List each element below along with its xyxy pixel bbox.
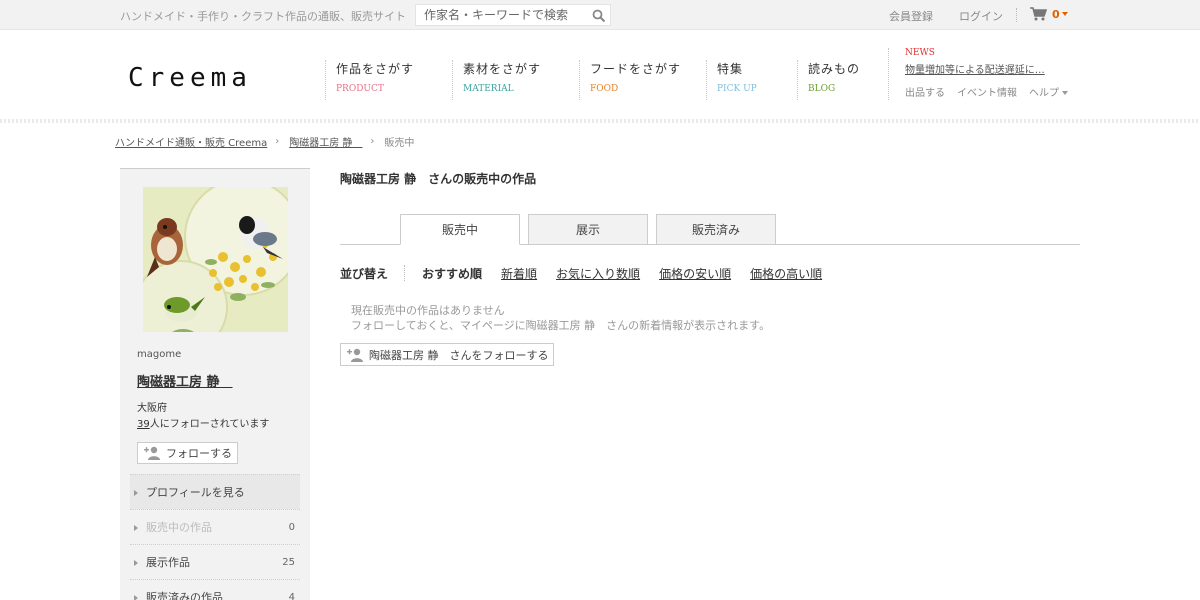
nav-material[interactable]: 素材をさがす MATERIAL — [452, 60, 541, 100]
empty-message-line: 現在販売中の作品はありません — [351, 304, 505, 317]
divider — [1016, 8, 1017, 22]
nav-sublabel: PRODUCT — [336, 84, 384, 94]
follow-shop-label: 陶磁器工房 静 さんをフォローする — [369, 348, 549, 362]
add-user-icon — [347, 348, 363, 362]
creator-avatar[interactable] — [143, 187, 288, 332]
sort-recommended[interactable]: おすすめ順 — [422, 265, 482, 282]
sidebar-item-count: 25 — [282, 556, 295, 568]
page-title: 陶磁器工房 静 さんの販売中の作品 — [340, 172, 537, 186]
nav-sublabel: MATERIAL — [463, 84, 514, 94]
bullet-icon — [134, 595, 138, 600]
sidebar-menu: プロフィールを見る 販売中の作品 0 展示作品 25 販売済みの作品 4 — [130, 474, 300, 600]
sidebar-item-label: 販売済みの作品 — [146, 591, 223, 600]
register-link[interactable]: 会員登録 — [889, 8, 933, 24]
sort-favorites[interactable]: お気に入り数順 — [556, 265, 640, 282]
empty-state-message: 現在販売中の作品はありません フォローしておくと、マイページに陶磁器工房 静 さ… — [351, 303, 770, 333]
sidebar-item-label: 販売中の作品 — [146, 521, 212, 534]
creator-region: 大阪府 — [137, 403, 167, 414]
news-link[interactable]: 物量増加等による配送遅延に… — [905, 61, 1045, 76]
news-label: NEWS — [905, 48, 935, 58]
sidebar-item-sold[interactable]: 販売済みの作品 4 — [130, 579, 300, 600]
sort-bar: 並び替え おすすめ順 新着順 お気に入り数順 価格の安い順 価格の高い順 — [340, 265, 841, 281]
sell-link[interactable]: 出品する — [905, 84, 945, 99]
tab-exhibit[interactable]: 展示 — [528, 214, 648, 245]
sidebar-item-label: 展示作品 — [146, 556, 190, 569]
tab-sold[interactable]: 販売済み — [656, 214, 776, 245]
sidebar-item-exhibit[interactable]: 展示作品 25 — [130, 544, 300, 579]
header-divider — [0, 119, 1200, 123]
nav-label: 素材をさがす — [463, 62, 542, 76]
search-icon[interactable] — [592, 9, 606, 23]
chevron-down-icon — [1061, 12, 1068, 16]
bird-plate-image — [143, 187, 288, 332]
nav-pickup[interactable]: 特集 PICK UP — [706, 60, 757, 100]
nav-label: 特集 — [717, 62, 744, 76]
bullet-icon — [134, 490, 138, 496]
sidebar-item-count: 4 — [288, 591, 295, 600]
nav-sublabel: BLOG — [808, 84, 836, 94]
creator-sidebar: magome 陶磁器工房 静 大阪府 39人にフォローされています フォローする… — [120, 168, 310, 600]
breadcrumb-shop[interactable]: 陶磁器工房 静 — [289, 134, 362, 149]
tab-on-sale[interactable]: 販売中 — [400, 214, 520, 245]
help-label: ヘルプ — [1029, 88, 1059, 99]
sort-newest[interactable]: 新着順 — [501, 265, 537, 282]
search-box[interactable] — [415, 4, 611, 26]
divider — [404, 265, 406, 281]
nav-label: フードをさがす — [590, 62, 682, 76]
events-link[interactable]: イベント情報 — [957, 84, 1017, 99]
follow-button[interactable]: フォローする — [137, 442, 238, 464]
breadcrumb-home[interactable]: ハンドメイド通販・販売 Creema — [115, 134, 267, 149]
chevron-down-icon — [1062, 91, 1068, 95]
nav-label: 作品をさがす — [336, 62, 415, 76]
cart-button[interactable]: 0 — [1030, 7, 1068, 21]
shop-name-link[interactable]: 陶磁器工房 静 — [137, 371, 233, 390]
top-utility-bar: ハンドメイド・手作り・クラフト作品の通販、販売サイト 会員登録 ログイン 0 — [0, 0, 1200, 30]
nav-label: 読みもの — [808, 62, 861, 76]
sort-label: 並び替え — [340, 266, 389, 281]
follower-count-link[interactable]: 39 — [137, 419, 150, 430]
creator-username: magome — [137, 349, 182, 360]
sidebar-item-profile[interactable]: プロフィールを見る — [130, 474, 300, 509]
empty-message-line: フォローしておくと、マイページに陶磁器工房 静 さんの新着情報が表示されます。 — [351, 319, 771, 332]
site-tagline: ハンドメイド・手作り・クラフト作品の通販、販売サイト — [120, 10, 406, 23]
chevron-right-icon: › — [275, 136, 280, 147]
nav-sublabel: PICK UP — [717, 84, 757, 94]
bullet-icon — [134, 525, 138, 531]
sidebar-item-label: プロフィールを見る — [146, 486, 245, 499]
nav-food[interactable]: フードをさがす FOOD — [579, 60, 681, 100]
creema-logo[interactable]: Creema — [128, 63, 252, 93]
nav-product[interactable]: 作品をさがす PRODUCT — [325, 60, 414, 100]
search-input[interactable] — [416, 5, 586, 25]
sidebar-item-on-sale[interactable]: 販売中の作品 0 — [130, 509, 300, 544]
cart-icon — [1030, 7, 1048, 21]
login-link[interactable]: ログイン — [959, 8, 1003, 24]
breadcrumb: ハンドメイド通販・販売 Creema › 陶磁器工房 静 › 販売中 — [115, 134, 414, 149]
sort-price-low[interactable]: 価格の安い順 — [659, 265, 731, 282]
sidebar-item-count: 0 — [288, 521, 295, 533]
follower-count: 39人にフォローされています — [137, 415, 269, 430]
chevron-right-icon: › — [370, 136, 375, 147]
help-menu[interactable]: ヘルプ — [1029, 84, 1068, 99]
follow-shop-button[interactable]: 陶磁器工房 静 さんをフォローする — [340, 343, 554, 366]
nav-sublabel: FOOD — [590, 84, 619, 94]
follow-button-label: フォローする — [166, 447, 232, 460]
cart-count: 0 — [1052, 7, 1060, 21]
sort-price-high[interactable]: 価格の高い順 — [750, 265, 822, 282]
follower-suffix: 人にフォローされています — [149, 419, 270, 430]
nav-blog[interactable]: 読みもの BLOG — [797, 60, 860, 100]
breadcrumb-current: 販売中 — [384, 138, 415, 149]
bullet-icon — [134, 560, 138, 566]
add-user-icon — [144, 446, 160, 460]
